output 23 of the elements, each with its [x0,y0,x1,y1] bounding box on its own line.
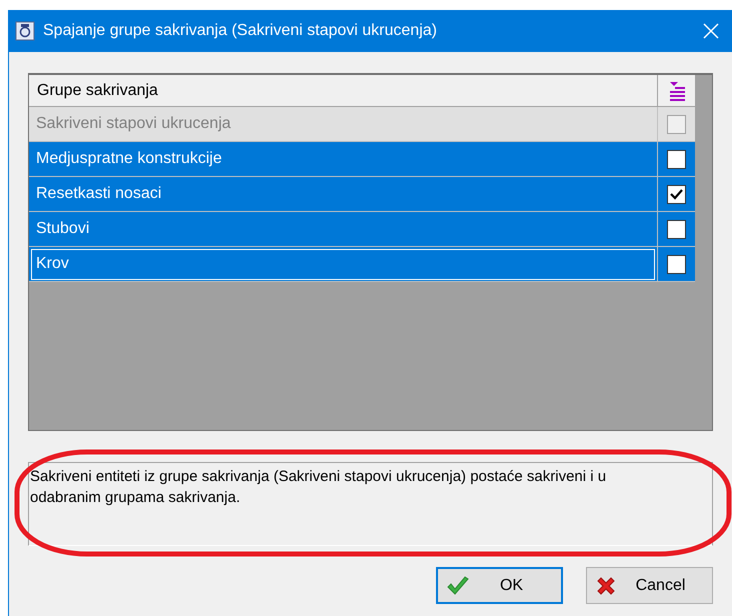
description-text: Sakriveni entiteti iz grupe sakrivanja (Sakriveni stapovi ukrucenja) postaće sakriveni i u odabranim grupama sakrivanja. [30,467,608,508]
group-name: Medjuspratne konstrukcije [35,149,223,169]
window-title: Spajanje grupe sakrivanja (Sakriveni stapovi ukrucenja) [43,21,438,41]
checkbox[interactable] [667,184,686,204]
ok-button[interactable]: OK [436,567,563,604]
group-name: Sakriveni stapovi ukrucenja [35,114,232,134]
checkbox[interactable] [667,254,686,274]
group-name: Stubovi [35,219,90,239]
check-icon [446,576,470,596]
group-name: Resetkasti nosaci [35,184,162,204]
column-header[interactable]: Grupe sakrivanja [29,75,658,107]
cross-icon [595,574,617,596]
group-row[interactable]: Stubovi [29,212,658,246]
app-icon [15,21,35,41]
list-icon [668,80,686,100]
column-menu-button[interactable] [658,75,695,107]
close-icon [703,23,719,39]
checkmark-icon [670,188,683,200]
checkbox[interactable] [667,150,686,168]
group-row[interactable]: Resetkasti nosaci [29,177,658,211]
group-row[interactable]: Medjuspratne konstrukcije [29,142,658,176]
cancel-button[interactable]: Cancel [586,567,713,604]
checkbox[interactable] [667,220,686,238]
